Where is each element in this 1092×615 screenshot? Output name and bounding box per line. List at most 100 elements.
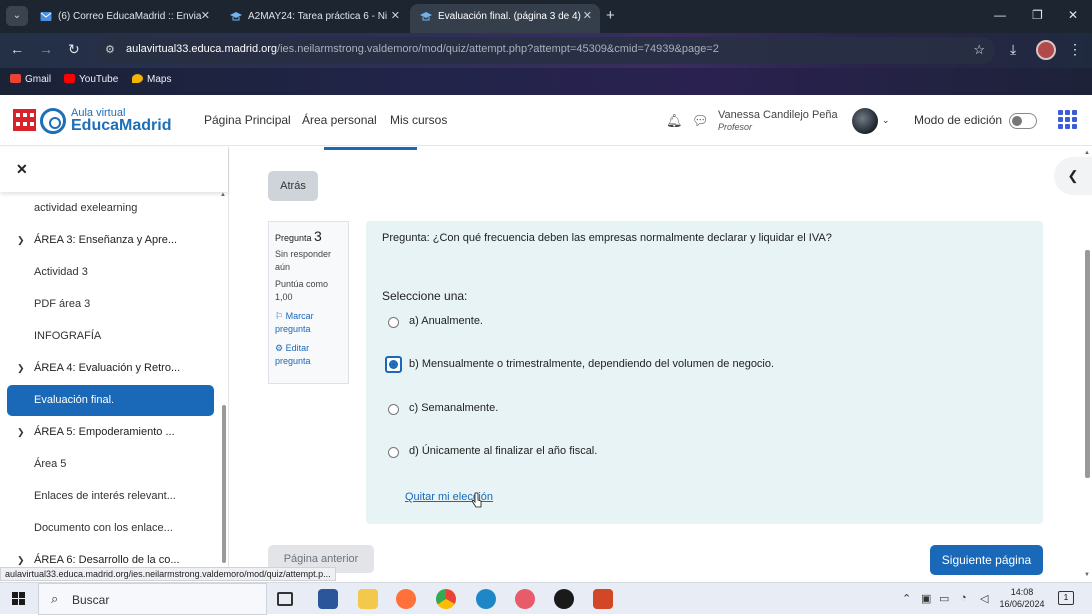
chevron-down-icon[interactable]: ❯ [17, 555, 25, 566]
drawer-item-active[interactable]: Evaluación final. [7, 385, 214, 416]
drawer-scrollbar[interactable] [222, 405, 226, 563]
bell-icon[interactable]: 🔔︎ [666, 113, 683, 129]
nav-area-personal[interactable]: Área personal [302, 113, 377, 127]
scroll-up-icon[interactable]: ▲ [1084, 150, 1090, 156]
task-view-icon[interactable] [277, 592, 293, 606]
tab-close-icon[interactable]: ✕ [391, 4, 400, 29]
forward-arrow-icon[interactable]: → [39, 41, 53, 57]
status-bar-url: aulavirtual33.educa.madrid.org/ies.neila… [0, 567, 336, 581]
educamadrid-logo-icon[interactable] [40, 108, 66, 134]
drawer-item[interactable]: actividad exelearning [34, 202, 137, 214]
word-icon[interactable] [318, 589, 338, 609]
drawer-section[interactable]: ÁREA 5: Empoderamiento ... [34, 426, 175, 438]
chrome-icon[interactable] [436, 589, 456, 609]
site-info-icon[interactable]: ⚙ [105, 43, 115, 56]
drawer-item[interactable]: Enlaces de interés relevant... [34, 490, 176, 502]
bookmark-label: Maps [147, 74, 172, 85]
radio-button[interactable] [388, 447, 399, 458]
windows-start-icon[interactable] [12, 592, 25, 605]
answer-label[interactable]: a) Anualmente. [409, 315, 483, 327]
url-text: aulavirtual33.educa.madrid.org/ies.neila… [126, 43, 719, 55]
profile-avatar[interactable] [1036, 40, 1056, 60]
firefox-icon[interactable] [396, 589, 416, 609]
bookmark-star-icon[interactable]: ☆ [973, 42, 985, 58]
url-path: /ies.neilarmstrong.valdemoro/mod/quiz/at… [277, 43, 719, 55]
file-explorer-icon[interactable] [358, 589, 378, 609]
kebab-menu-icon[interactable]: ⋮ [1068, 41, 1082, 58]
drawer-item[interactable]: PDF área 3 [34, 298, 90, 310]
drawer-item[interactable]: INFOGRAFÍA [34, 330, 101, 342]
flag-question-link[interactable]: ⚐ Marcar pregunta [275, 310, 342, 336]
download-icon[interactable]: ⤓ [1010, 41, 1016, 58]
answer-label[interactable]: b) Mensualmente o trimestralmente, depen… [409, 358, 774, 370]
chevron-down-icon[interactable]: ⌄ [882, 115, 890, 126]
tab-close-icon[interactable]: ✕ [201, 4, 210, 29]
tab-close-icon[interactable]: ✕ [583, 4, 592, 29]
app-icon[interactable] [554, 589, 574, 609]
question-number: Pregunta 3 [275, 228, 342, 244]
next-page-button[interactable]: Siguiente página [930, 545, 1043, 575]
chevron-down-icon[interactable]: ❯ [17, 363, 25, 374]
tray-app-icon[interactable]: ▣ [921, 592, 931, 605]
new-tab-icon[interactable]: + [606, 8, 615, 24]
restore-icon[interactable]: ❐ [1032, 8, 1043, 22]
back-arrow-icon[interactable]: ← [10, 41, 24, 57]
speaker-icon[interactable]: ◁ [980, 592, 988, 605]
page-scrollbar[interactable] [1085, 250, 1090, 478]
close-icon[interactable]: ✕ [16, 161, 28, 178]
edge-icon[interactable] [476, 589, 496, 609]
drawer-item[interactable]: Actividad 3 [34, 266, 88, 278]
reload-icon[interactable]: ↻ [68, 41, 80, 58]
answer-label[interactable]: c) Semanalmente. [409, 402, 498, 414]
scroll-down-icon[interactable]: ▼ [1084, 572, 1090, 578]
radio-button[interactable] [388, 404, 399, 415]
edit-question-link[interactable]: ⚙ Editar pregunta [275, 342, 342, 368]
main-content: Atrás Pregunta 3 Sin responder aún Puntú… [230, 147, 1092, 575]
tab-tarea[interactable]: A2MAY24: Tarea práctica 6 - Ni ✕ [220, 4, 408, 33]
bookmarks-bar: Gmail YouTube Maps [0, 68, 1092, 95]
drawer-item[interactable]: Área 5 [34, 458, 66, 470]
chat-bubble-icon[interactable]: 💬︎ [692, 113, 709, 129]
bookmark-maps[interactable]: Maps [132, 74, 171, 85]
back-button[interactable]: Atrás [268, 171, 318, 201]
wifi-icon[interactable]: ◔ [960, 592, 967, 604]
user-avatar[interactable] [852, 108, 878, 134]
edit-mode-toggle[interactable] [1009, 113, 1037, 129]
tab-correo[interactable]: (6) Correo EducaMadrid :: Envia ✕ [30, 4, 218, 33]
notification-icon[interactable]: 1 [1058, 591, 1074, 605]
tab-search-button[interactable]: ⌄ [6, 6, 28, 26]
app-icon[interactable] [515, 589, 535, 609]
drawer-section[interactable]: ÁREA 4: Evaluación y Retro... [34, 362, 180, 374]
address-bar[interactable]: ⚙ aulavirtual33.educa.madrid.org/ies.nei… [96, 37, 995, 64]
minimize-icon[interactable]: — [994, 8, 1006, 22]
mail-icon [40, 12, 52, 21]
question-points: Puntúa como 1,00 [275, 279, 329, 302]
chevron-up-icon[interactable]: ⌃ [902, 592, 911, 605]
radio-button-checked[interactable] [385, 356, 402, 373]
question-info-panel: Pregunta 3 Sin responder aún Puntúa como… [268, 221, 349, 384]
nav-pagina-principal[interactable]: Página Principal [204, 113, 291, 127]
bookmark-gmail[interactable]: Gmail [10, 74, 51, 85]
answer-label[interactable]: d) Únicamente al finalizar el año fiscal… [409, 445, 597, 457]
bookmark-youtube[interactable]: YouTube [64, 74, 118, 85]
battery-icon[interactable]: ▭ [939, 592, 949, 605]
drawer-section[interactable]: ÁREA 6: Desarrollo de la co... [34, 554, 180, 566]
radio-button[interactable] [388, 317, 399, 328]
chevron-down-icon[interactable]: ❯ [17, 427, 25, 438]
nav-mis-cursos[interactable]: Mis cursos [390, 113, 447, 127]
chevron-left-icon[interactable]: ❮ [1054, 157, 1092, 195]
search-label: Buscar [72, 593, 110, 607]
powerpoint-icon[interactable] [593, 589, 613, 609]
drawer-item[interactable]: Documento con los enlace... [34, 522, 173, 534]
drawer-header: ✕ [0, 147, 228, 192]
apps-grid-icon[interactable] [1058, 110, 1078, 130]
drawer-section[interactable]: ÁREA 3: Enseñanza y Apre... [34, 234, 177, 246]
tab-evaluacion[interactable]: Evaluación final. (página 3 de 4) ✕ [410, 4, 600, 33]
taskbar-search[interactable]: ⌕ Buscar [38, 583, 267, 615]
user-name: Vanessa Candilejo Peña [718, 109, 838, 121]
clock[interactable]: 14:08 16/06/2024 [998, 586, 1046, 610]
close-window-icon[interactable]: ✕ [1068, 8, 1078, 22]
scroll-up-icon[interactable]: ▲ [220, 192, 226, 198]
logo-title[interactable]: EducaMadrid [71, 117, 171, 135]
chevron-down-icon[interactable]: ❯ [17, 235, 25, 246]
